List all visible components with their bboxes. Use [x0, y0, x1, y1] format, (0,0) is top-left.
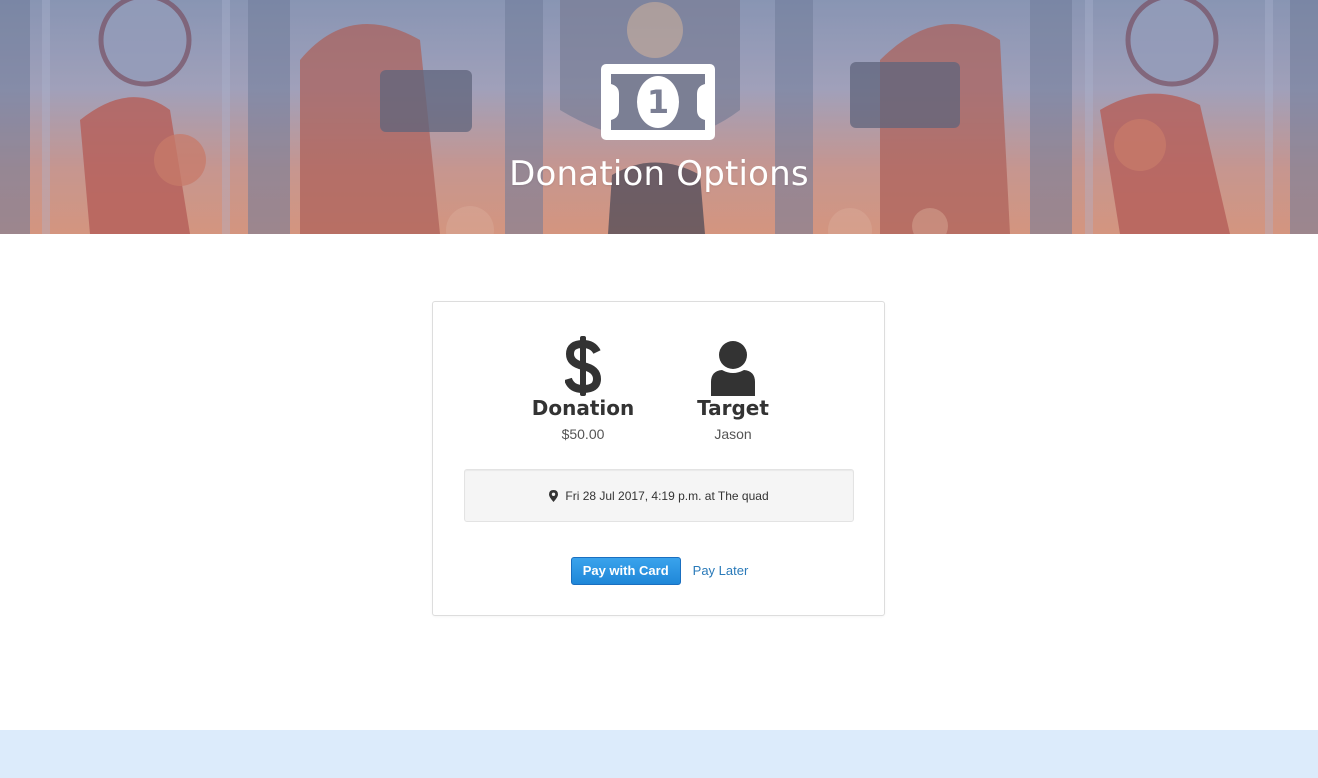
donation-icon-wrap — [513, 334, 653, 396]
svg-text:1: 1 — [647, 83, 669, 121]
page-footer — [0, 730, 1318, 778]
target-label: Target — [697, 396, 769, 420]
pay-later-link[interactable]: Pay Later — [693, 557, 749, 585]
money-bill-icon: 1 — [601, 64, 715, 140]
donation-amount: $50.00 — [561, 426, 605, 442]
target-icon-wrap — [663, 334, 803, 396]
target-name: Jason — [714, 426, 752, 442]
dollar-icon — [565, 336, 601, 396]
pay-with-card-button[interactable]: Pay with Card — [570, 557, 681, 585]
donation-label: Donation — [531, 396, 635, 420]
payment-actions: Pay with Card Pay Later — [433, 557, 886, 585]
page-title: Donation Options — [509, 154, 809, 194]
user-icon — [711, 341, 755, 396]
event-text: Fri 28 Jul 2017, 4:19 p.m. at The quad — [565, 488, 769, 503]
donation-summary-card: Donation $50.00 Target Jason Fri 28 Jul … — [432, 301, 885, 616]
donation-stat: Donation $50.00 — [513, 334, 653, 443]
event-details: Fri 28 Jul 2017, 4:19 p.m. at The quad — [464, 469, 854, 522]
target-stat: Target Jason — [663, 334, 803, 443]
map-marker-icon — [549, 489, 559, 502]
hero-banner: 1 Donation Options — [0, 0, 1318, 234]
